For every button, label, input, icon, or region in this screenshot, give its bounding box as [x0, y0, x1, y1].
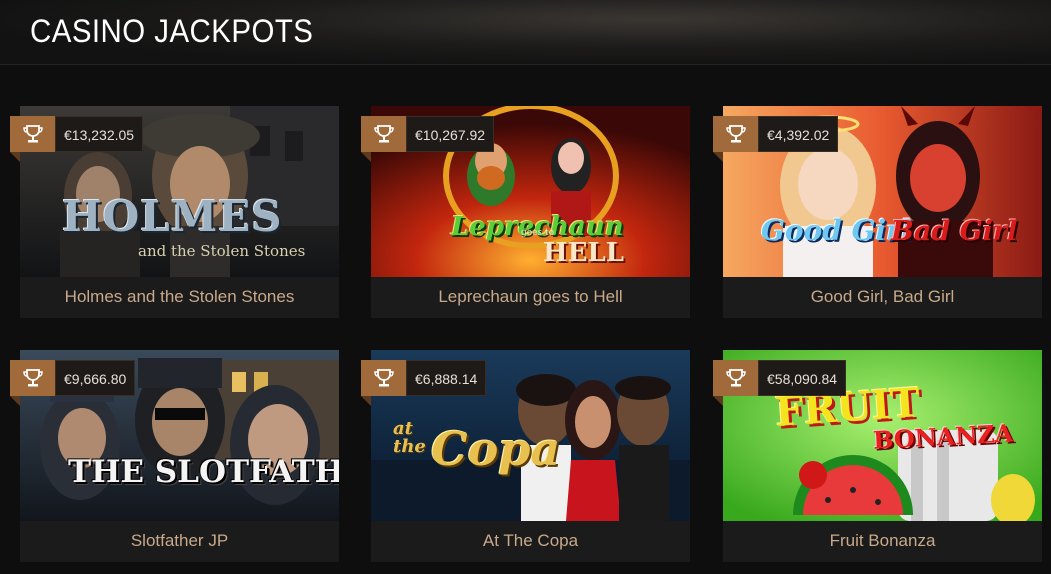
game-card-holmes[interactable]: HOLMES and the Stolen Stones €13,232.05 … — [10, 106, 339, 318]
game-card-good-girl-bad-girl[interactable]: Good Girl Bad Girl €4,392.02 Good Girl, … — [713, 106, 1042, 318]
game-name[interactable]: At The Copa — [371, 521, 690, 562]
trophy-icon — [361, 116, 406, 152]
jackpot-badge: €4,392.02 — [713, 116, 839, 162]
badge-fold — [361, 152, 371, 162]
jackpot-badge: €9,666.80 — [10, 360, 136, 406]
jackpot-amount: €4,392.02 — [758, 116, 839, 152]
game-card-at-the-copa[interactable]: at the Copa €6,888.14 At The Copa — [361, 350, 690, 562]
jackpot-amount: €6,888.14 — [406, 360, 487, 396]
jackpot-amount: €58,090.84 — [758, 360, 847, 396]
jackpot-amount: €13,232.05 — [55, 116, 144, 152]
game-card-fruit-bonanza[interactable]: FRUIT BONANZA €58,090.84 Fruit Bonanza — [713, 350, 1042, 562]
game-name[interactable]: Good Girl, Bad Girl — [723, 277, 1042, 318]
game-logo-subtitle: HELL — [543, 238, 624, 268]
trophy-icon — [361, 360, 406, 396]
trophy-icon — [713, 360, 758, 396]
game-logo-title: Copa — [431, 422, 561, 476]
game-card-slotfather[interactable]: THE SLOTFATHER €9,666.80 Slotfather JP — [10, 350, 339, 562]
game-name[interactable]: Fruit Bonanza — [723, 521, 1042, 562]
game-logo-subtitle: Bad Girl — [891, 216, 1018, 247]
game-logo-subtitle: at the — [393, 418, 426, 457]
badge-fold — [713, 152, 723, 162]
badge-fold — [10, 396, 20, 406]
game-card-leprechaun[interactable]: Leprechaun goes to HELL €10,267.92 Lepre… — [361, 106, 690, 318]
game-logo-subtitle: and the Stolen Stones — [138, 242, 306, 260]
jackpot-badge: €10,267.92 — [361, 116, 495, 162]
jackpot-amount: €9,666.80 — [55, 360, 136, 396]
jackpot-amount: €10,267.92 — [406, 116, 495, 152]
jackpot-badge: €13,232.05 — [10, 116, 144, 162]
jackpot-badge: €6,888.14 — [361, 360, 487, 406]
badge-fold — [10, 152, 20, 162]
jackpot-grid: HOLMES and the Stolen Stones €13,232.05 … — [0, 0, 1051, 574]
trophy-icon — [10, 116, 55, 152]
game-logo-title: Good Girl — [761, 214, 912, 247]
badge-fold — [361, 396, 371, 406]
game-name[interactable]: Slotfather JP — [20, 521, 339, 562]
game-name[interactable]: Leprechaun goes to Hell — [371, 277, 690, 318]
game-logo-title: THE SLOTFATHER — [68, 454, 339, 490]
badge-fold — [713, 396, 723, 406]
game-name[interactable]: Holmes and the Stolen Stones — [20, 277, 339, 318]
game-logo-connector: goes to — [521, 228, 555, 238]
jackpot-badge: €58,090.84 — [713, 360, 847, 406]
game-logo-title: HOLMES — [62, 192, 283, 241]
trophy-icon — [713, 116, 758, 152]
trophy-icon — [10, 360, 55, 396]
